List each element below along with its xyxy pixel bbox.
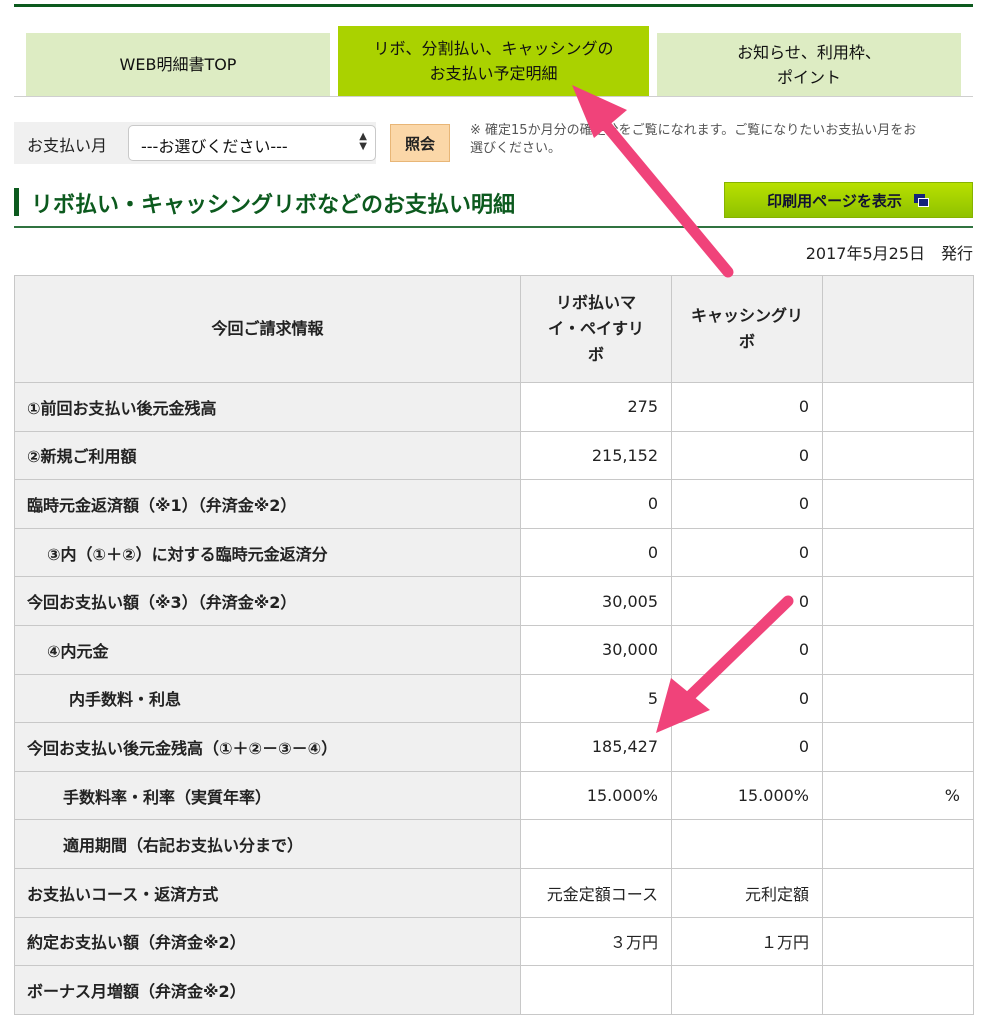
select-arrows-icon: ▲ ▼ [359,131,367,152]
row-label: ③内（①＋②）に対する臨時元金返済分 [14,527,521,578]
header-billing-info: 今回ご請求情報 [14,275,521,383]
table-row: ③内（①＋②）に対する臨時元金返済分 0 0 [14,527,974,578]
heading-bar [14,188,19,216]
row-revolving-value: 0 [520,527,672,578]
row-revolving-value: 15.000% [520,770,672,821]
top-border [14,4,973,7]
payment-month-note: ※ 確定15か月分の確定分をご覧になれます。ご覧になりたいお支払い月をお選びくだ… [470,123,917,156]
table-row: ④内元金 30,000 0 [14,624,974,675]
tab-label: WEB明細書TOP [119,55,237,74]
print-button-label: 印刷用ページを表示 [767,191,902,210]
table-row: ボーナス月増額（弁済金※2） [14,965,974,1015]
row-cashing-value: 0 [671,624,823,675]
tab-label-line2: ポイント [776,67,841,87]
page-title: リボ払い・キャッシングリボなどのお支払い明細 [31,193,516,218]
row-cashing-value: 0 [671,576,823,626]
header-cashing-revolving: キャッシングリボ [671,275,823,383]
tab-web-statement-top[interactable]: WEB明細書TOP [26,33,330,96]
row-label: ボーナス月増額（弁済金※2） [14,965,521,1015]
table-row: 約定お支払い額（弁済金※2） ３万円 １万円 [14,916,974,967]
payment-month-row: お支払い月 ---お選びください--- ▲ ▼ 照会 ※ 確定15か月分の確定分を… [14,122,974,164]
select-value: ---お選びください--- [141,137,288,156]
row-cashing-value: 元利定額 [671,867,823,918]
row-revolving-value: 185,427 [520,722,672,772]
table-row: 適用期間（右記お支払い分まで） [14,819,974,869]
tab-payment-schedule[interactable]: リボ、分割払い、キャッシングの お支払い予定明細 [338,26,649,96]
row-extra-value [822,916,974,967]
header-revolving: リボ払いマイ・ペイすリボ [520,275,672,383]
table-row: ①前回お支払い後元金残高 275 0 [14,382,974,432]
table-row: 手数料率・利率（実質年率） 15.000% 15.000%% [14,770,974,821]
row-extra-value [822,527,974,578]
tab-notices[interactable]: お知らせ、利用枠、 ポイント [657,33,961,96]
annotation-arrow-upper [572,85,734,278]
row-extra-value [822,722,974,772]
row-revolving-value: 30,000 [520,624,672,675]
row-extra-value [822,382,974,432]
inquire-button[interactable]: 照会 [390,124,450,162]
row-extra-value [822,819,974,869]
row-extra-value [822,576,974,626]
row-label: 今回お支払い後元金残高（①＋②－③－④） [14,722,521,772]
row-revolving-value: 215,152 [520,430,672,481]
row-revolving-value: 0 [520,479,672,529]
table-row: ②新規ご利用額 215,152 0 [14,430,974,481]
row-cashing-value: 15.000% [671,770,823,821]
row-label: 適用期間（右記お支払い分まで） [14,819,521,869]
row-cashing-value [671,819,823,869]
table-header-row: 今回ご請求情報 リボ払いマイ・ペイすリボ キャッシングリボ [14,275,974,383]
row-label: ④内元金 [14,624,521,675]
statement-table: 今回ご請求情報 リボ払いマイ・ペイすリボ キャッシングリボ ①前回お支払い後元金… [14,275,974,1015]
row-extra-value [822,624,974,675]
print-window-icon [913,193,930,207]
table-row: 今回お支払い後元金残高（①＋②－③－④） 185,427 0 [14,722,974,772]
row-cashing-value: 0 [671,382,823,432]
row-cashing-value: 0 [671,527,823,578]
header-extra [822,275,974,383]
row-extra-value [822,479,974,529]
tab-label-line1: リボ、分割払い、キャッシングの [373,39,614,58]
payment-month-label: お支払い月 [27,136,108,155]
row-extra-value [822,867,974,918]
payment-month-box: お支払い月 ---お選びください--- ▲ ▼ [14,122,376,164]
row-label: 臨時元金返済額（※1）（弁済金※2） [14,479,521,529]
row-revolving-value [520,819,672,869]
tab-label-line2: お支払い予定明細 [429,64,558,83]
payment-month-select[interactable]: ---お選びください--- ▲ ▼ [128,125,376,161]
row-label: 今回お支払い額（※3）（弁済金※2） [14,576,521,626]
tab-bar: WEB明細書TOP リボ、分割払い、キャッシングの お支払い予定明細 お知らせ、… [26,26,961,96]
row-extra-value [822,673,974,724]
table-row: 内手数料・利息 5 0 [14,673,974,724]
row-label: ①前回お支払い後元金残高 [14,382,521,432]
row-extra-value [822,430,974,481]
row-label: ②新規ご利用額 [14,430,521,481]
issued-date: 2017年5月25日 発行 [805,244,973,263]
row-extra-value [822,965,974,1015]
row-cashing-value: 0 [671,722,823,772]
tab-label-line1: お知らせ、利用枠、 [737,42,881,62]
row-cashing-value: １万円 [671,916,823,967]
row-revolving-value: 275 [520,382,672,432]
row-revolving-value: 5 [520,673,672,724]
row-cashing-value: 0 [671,673,823,724]
row-extra-value: % [822,770,974,821]
row-cashing-value: 0 [671,479,823,529]
row-revolving-value: ３万円 [520,916,672,967]
row-label: 手数料率・利率（実質年率） [14,770,521,821]
row-revolving-value: 30,005 [520,576,672,626]
table-row: 今回お支払い額（※3）（弁済金※2） 30,005 0 [14,576,974,626]
row-cashing-value [671,965,823,1015]
row-revolving-value [520,965,672,1015]
print-page-button[interactable]: 印刷用ページを表示 [724,182,973,218]
row-label: 内手数料・利息 [14,673,521,724]
table-row: お支払いコース・返済方式 元金定額コース 元利定額 [14,867,974,918]
heading-underline [14,226,973,228]
row-cashing-value: 0 [671,430,823,481]
row-label: お支払いコース・返済方式 [14,867,521,918]
table-row: 臨時元金返済額（※1）（弁済金※2） 0 0 [14,479,974,529]
row-label: 約定お支払い額（弁済金※2） [14,916,521,967]
row-revolving-value: 元金定額コース [520,867,672,918]
tab-divider [14,96,973,97]
